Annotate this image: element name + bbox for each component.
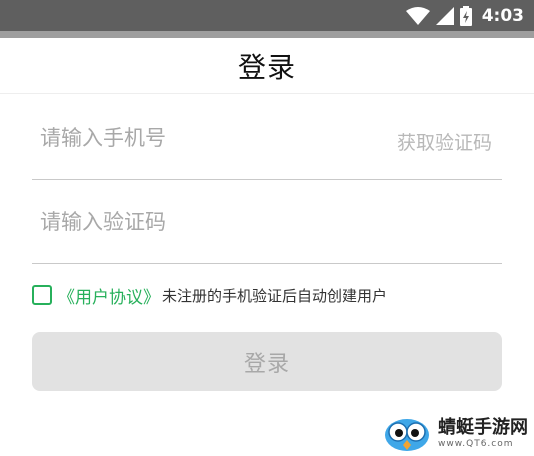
watermark: 蜻蜓手游网 www.QT6.com bbox=[382, 412, 528, 456]
phone-input[interactable] bbox=[40, 120, 360, 156]
agreement-row: 《用户协议》 未注册的手机验证后自动创建用户 bbox=[32, 282, 387, 308]
page-header: 登录 bbox=[0, 38, 534, 94]
page-title: 登录 bbox=[237, 51, 296, 84]
phone-field-row: 获取验证码 bbox=[32, 94, 502, 180]
agreement-checkbox[interactable] bbox=[32, 285, 52, 305]
toolbar-shadow bbox=[0, 31, 534, 38]
wifi-icon bbox=[405, 6, 430, 25]
agreement-note: 未注册的手机验证后自动创建用户 bbox=[162, 286, 388, 305]
battery-icon bbox=[459, 5, 472, 26]
dragonfly-logo-icon bbox=[385, 419, 429, 451]
login-button[interactable]: 登录 bbox=[32, 332, 502, 391]
watermark-domain: www.QT6.com bbox=[438, 439, 514, 449]
get-code-button[interactable]: 获取验证码 bbox=[397, 128, 492, 155]
verification-code-input[interactable] bbox=[40, 204, 360, 240]
code-field-row bbox=[32, 178, 502, 264]
watermark-name: 蜻蜓手游网 bbox=[438, 417, 528, 438]
signal-icon bbox=[435, 6, 454, 25]
status-bar: 4:03 bbox=[0, 0, 534, 31]
status-time: 4:03 bbox=[481, 5, 524, 26]
user-agreement-link[interactable]: 《用户协议》 bbox=[58, 283, 160, 308]
